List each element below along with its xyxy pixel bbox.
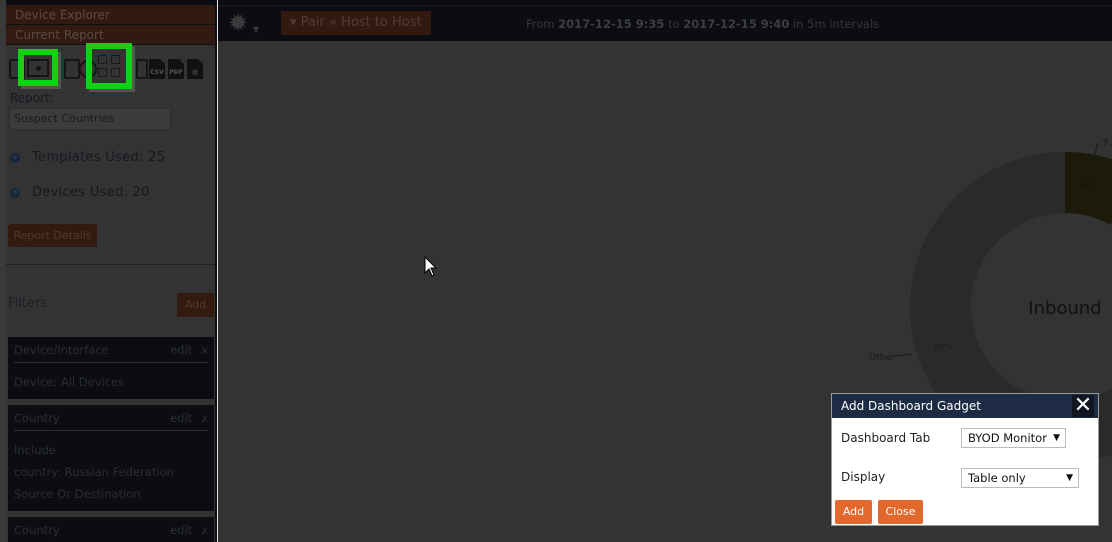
filter-header: Device/Interface edit x bbox=[14, 337, 208, 363]
gear-icon[interactable]: ✹ bbox=[228, 11, 248, 35]
add-button[interactable]: Add bbox=[835, 500, 872, 524]
filter-line: Include bbox=[14, 443, 56, 457]
top-bar: ✹ ▼ ▾ Pair » Host to Host From 2017-12-1… bbox=[218, 0, 1112, 41]
filter-edit-link[interactable]: edit bbox=[170, 411, 192, 425]
filter-remove-button[interactable]: x bbox=[201, 343, 208, 357]
range-from: 2017-12-15 9:35 bbox=[558, 17, 665, 31]
email-icon[interactable]: @ bbox=[187, 59, 203, 79]
mouse-cursor-icon bbox=[424, 256, 438, 277]
print-icon[interactable] bbox=[136, 59, 148, 79]
filter-edit-link[interactable]: edit bbox=[170, 343, 192, 357]
csv-export-icon[interactable]: CSV bbox=[149, 59, 165, 79]
slice-percent-second: 8% bbox=[1080, 182, 1095, 192]
close-icon[interactable]: ✕ bbox=[1072, 395, 1094, 417]
dialog-header: Add Dashboard Gadget ✕ bbox=[832, 394, 1098, 418]
caret-down-icon[interactable]: ▼ bbox=[253, 25, 259, 34]
templates-used-text: Templates Used: 25 bbox=[32, 150, 166, 165]
nav-current-report[interactable]: Current Report bbox=[6, 25, 215, 45]
add-to-dashboard-icon[interactable] bbox=[27, 59, 49, 77]
filter-title: Country bbox=[14, 523, 60, 537]
range-interval: in 5m intervals bbox=[793, 17, 880, 31]
time-range: From 2017-12-15 9:35 to 2017-12-15 9:40 … bbox=[526, 17, 879, 31]
filter-line: Source Or Destination bbox=[14, 487, 141, 501]
dialog-title: Add Dashboard Gadget bbox=[841, 399, 981, 413]
sidebar: Device Explorer Current Report CSV PDF @… bbox=[6, 0, 217, 542]
report-label: Report: bbox=[10, 91, 54, 105]
pair-host-to-host-button[interactable]: ▾ Pair » Host to Host bbox=[281, 11, 431, 35]
range-from-label: From bbox=[526, 17, 555, 31]
nav-device-explorer[interactable]: Device Explorer bbox=[6, 5, 215, 25]
report-name-field[interactable]: Suspect Countries bbox=[9, 108, 171, 130]
expand-plus-icon[interactable]: + bbox=[10, 187, 20, 198]
add-dashboard-gadget-dialog: Add Dashboard Gadget ✕ Dashboard Tab BYO… bbox=[831, 393, 1099, 526]
display-select[interactable]: Table only ▼ bbox=[961, 468, 1079, 488]
slice-label-second: 7… bbox=[1102, 138, 1112, 149]
highlight-add-to-dashboard bbox=[18, 49, 58, 86]
filter-card: Device/Interface edit x Device: All Devic… bbox=[8, 337, 214, 399]
dropdown-arrow-icon: ▼ bbox=[1053, 433, 1060, 443]
dashboard-tab-label: Dashboard Tab bbox=[841, 431, 931, 445]
display-label: Display bbox=[841, 470, 886, 484]
report-toolbar: CSV PDF @ bbox=[6, 43, 215, 89]
devices-used[interactable]: + Devices Used: 20 bbox=[6, 185, 215, 200]
filter-header: Country edit x bbox=[14, 405, 208, 431]
slice-percent-other: 60% bbox=[933, 343, 953, 353]
filter-header: Country edit x bbox=[14, 517, 208, 542]
expand-plus-icon[interactable]: + bbox=[10, 152, 20, 163]
filter-line: country: Russian Federation bbox=[14, 465, 174, 479]
pdf-export-icon[interactable]: PDF bbox=[168, 59, 184, 79]
slice-label-other: Other bbox=[869, 353, 895, 363]
display-value: Table only bbox=[968, 471, 1026, 485]
filters-header: Filters Add bbox=[6, 265, 215, 317]
dropdown-arrow-icon: ▼ bbox=[1066, 473, 1073, 483]
dashboard-tab-select[interactable]: BYOD Monitor ▼ bbox=[961, 428, 1066, 448]
range-to-label: to bbox=[667, 17, 680, 31]
chart-center-title: Inbound bbox=[1028, 298, 1101, 319]
filter-title: Country bbox=[14, 411, 60, 425]
close-button[interactable]: Close bbox=[878, 500, 923, 524]
app-root: Device Explorer Current Report CSV PDF @… bbox=[0, 0, 1112, 542]
templates-used[interactable]: + Templates Used: 25 bbox=[6, 150, 215, 165]
range-to: 2017-12-15 9:40 bbox=[683, 17, 790, 31]
devices-used-text: Devices Used: 20 bbox=[32, 185, 150, 200]
filters-title: Filters bbox=[8, 296, 47, 311]
filter-edit-link[interactable]: edit bbox=[170, 523, 192, 537]
filter-card: Country edit x Include country: Russian F… bbox=[8, 405, 214, 511]
highlight-dashboard-grid bbox=[86, 43, 132, 89]
report-details-button[interactable]: Report Details bbox=[8, 224, 97, 247]
filter-line: Device: All Devices bbox=[14, 375, 125, 389]
dashboard-tab-value: BYOD Monitor bbox=[968, 431, 1047, 445]
filter-card: Country edit x bbox=[8, 517, 214, 542]
filter-remove-button[interactable]: x bbox=[201, 411, 208, 425]
filter-title: Device/Interface bbox=[14, 343, 109, 357]
copy-icon[interactable] bbox=[64, 59, 80, 79]
dashboard-grid-icon[interactable] bbox=[98, 55, 120, 77]
leader-line-other bbox=[893, 353, 913, 357]
add-filter-button[interactable]: Add bbox=[177, 293, 214, 317]
filter-remove-button[interactable]: x bbox=[201, 523, 208, 537]
